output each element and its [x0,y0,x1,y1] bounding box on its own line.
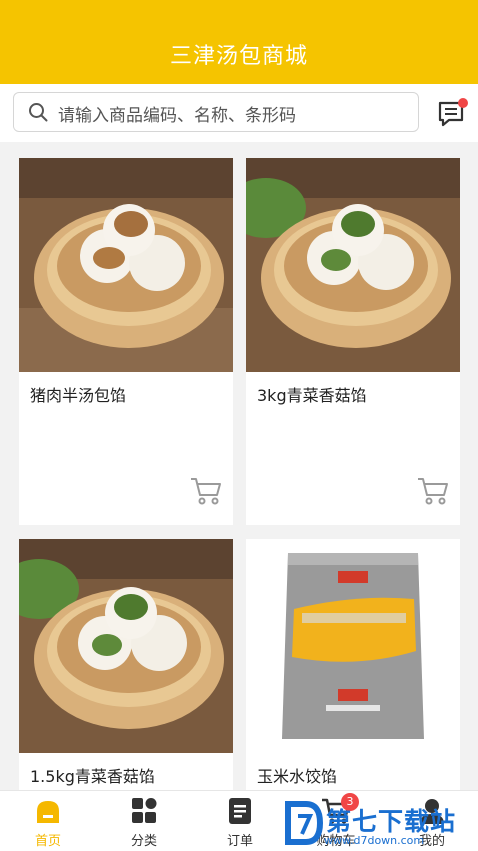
app-header: 三津汤包商城 [0,0,478,84]
product-image[interactable] [19,539,233,753]
site-watermark: 第七下载站 www.d7down.com [280,796,478,850]
tab-home[interactable]: 首页 [0,791,96,851]
product-image[interactable] [19,158,233,372]
tab-orders[interactable]: 订单 [192,791,288,851]
search-placeholder: 请输入商品编码、名称、条形码 [58,106,296,126]
category-icon [132,798,157,823]
search-input[interactable]: 请输入商品编码、名称、条形码 [13,92,419,132]
tab-category[interactable]: 分类 [96,791,192,851]
product-card[interactable]: 3kg青菜香菇馅 [246,158,460,525]
search-icon [29,103,48,122]
tab-label: 订单 [226,834,253,849]
add-to-cart-icon[interactable] [416,476,450,506]
tab-label: 首页 [34,834,61,849]
product-card[interactable]: 1.5kg青菜香菇馅 [19,539,233,790]
product-card[interactable]: 猪肉半汤包馅 [19,158,233,525]
watermark-text: 第七下载站 [326,807,457,836]
add-to-cart-icon[interactable] [189,476,223,506]
watermark-logo-icon [285,801,324,845]
page-title: 三津汤包商城 [169,44,308,69]
message-button[interactable] [436,98,468,128]
tab-label: 分类 [130,834,157,849]
product-name[interactable]: 1.5kg青菜香菇馅 [30,763,155,787]
product-image[interactable] [246,539,460,753]
product-name[interactable]: 玉米水饺馅 [257,763,337,787]
product-card[interactable]: 玉米水饺馅 [246,539,460,790]
orders-icon [229,798,251,824]
notification-dot [458,98,468,108]
watermark-url: www.d7down.com [324,834,425,847]
search-bar: 请输入商品编码、名称、条形码 [0,84,478,142]
product-grid: 猪肉半汤包馅 3kg青菜香菇馅 1.5kg青菜香菇馅 玉米水饺馅 [0,142,478,790]
product-name[interactable]: 猪肉半汤包馅 [30,382,126,406]
product-image[interactable] [246,158,460,372]
home-icon [37,801,59,823]
product-name[interactable]: 3kg青菜香菇馅 [257,382,367,406]
